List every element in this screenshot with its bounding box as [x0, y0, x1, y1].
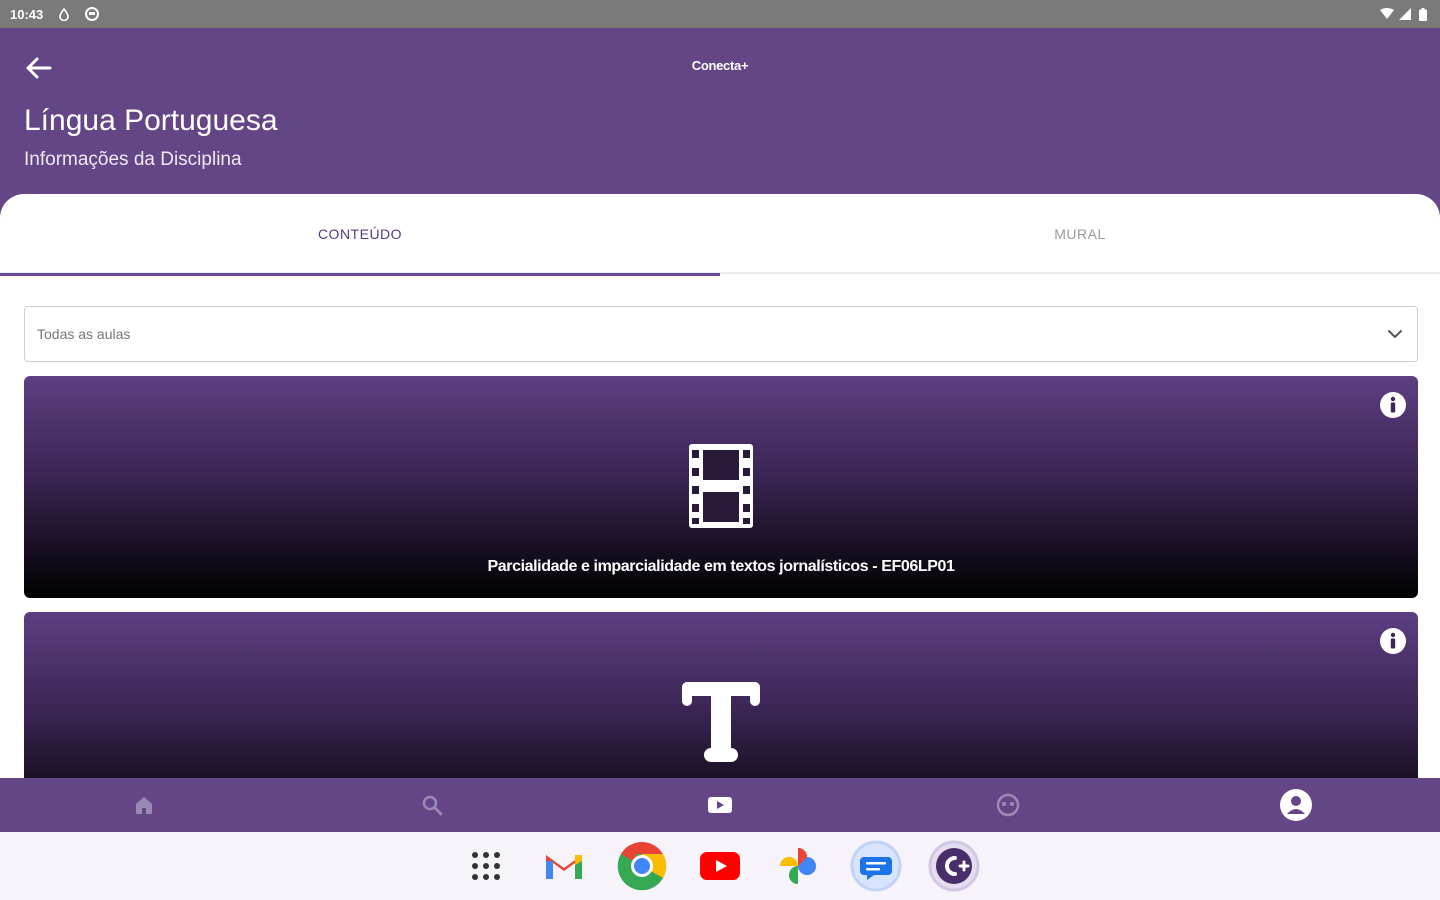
info-icon[interactable]	[1378, 626, 1408, 656]
app-logo: Conecta+	[691, 58, 749, 73]
video-icon	[708, 797, 732, 813]
gmail-app[interactable]	[538, 840, 590, 892]
film-icon	[689, 444, 753, 528]
card-title: Parcialidade e imparcialidade em textos …	[487, 558, 955, 575]
messages-icon	[850, 840, 902, 892]
page-title: Língua Portuguesa	[24, 104, 278, 137]
battery-icon	[1416, 7, 1430, 21]
lesson-card[interactable]	[24, 612, 1418, 784]
shield-status-icon	[85, 7, 100, 21]
chrome-app[interactable]	[616, 840, 668, 892]
chevron-down-icon	[1385, 324, 1405, 344]
conecta-app[interactable]	[928, 840, 980, 892]
drop-icon	[57, 7, 71, 21]
youtube-icon	[700, 852, 740, 880]
app-drawer-icon	[472, 852, 500, 880]
content-sheet: CONTEÚDO MURAL Todas as aulas Parcialida…	[0, 194, 1440, 784]
chrome-icon	[617, 842, 667, 891]
lesson-filter-value: Todas as aulas	[37, 326, 131, 342]
tab-mural[interactable]: MURAL	[720, 194, 1440, 274]
page-subtitle: Informações da Disciplina	[24, 149, 242, 170]
account-icon	[1280, 789, 1312, 821]
status-bar: 10:43	[0, 0, 1440, 28]
signal-icon	[1398, 7, 1412, 21]
photos-icon	[780, 848, 816, 884]
bottom-navigation	[0, 778, 1440, 832]
text-icon	[682, 682, 760, 762]
messages-app[interactable]	[850, 840, 902, 892]
tab-conteudo[interactable]: CONTEÚDO	[0, 194, 720, 276]
explore-icon	[996, 793, 1020, 817]
gmail-icon	[546, 855, 582, 879]
lesson-card[interactable]: Parcialidade e imparcialidade em textos …	[24, 376, 1418, 598]
status-time: 10:43	[10, 6, 44, 22]
home-icon	[136, 797, 152, 814]
app-drawer-button[interactable]	[460, 840, 512, 892]
youtube-app[interactable]	[694, 840, 746, 892]
photos-app[interactable]	[772, 840, 824, 892]
nav-search[interactable]	[288, 778, 576, 832]
system-dock	[0, 832, 1440, 900]
nav-account[interactable]	[1152, 778, 1440, 832]
info-icon[interactable]	[1378, 390, 1408, 420]
nav-videos[interactable]	[576, 778, 864, 832]
tab-bar: CONTEÚDO MURAL	[0, 194, 1440, 276]
nav-explore[interactable]	[864, 778, 1152, 832]
conecta-icon	[928, 840, 980, 892]
lesson-filter-select[interactable]: Todas as aulas	[24, 306, 1418, 362]
nav-home[interactable]	[0, 778, 288, 832]
wifi-icon	[1380, 7, 1394, 21]
search-icon	[422, 795, 443, 816]
